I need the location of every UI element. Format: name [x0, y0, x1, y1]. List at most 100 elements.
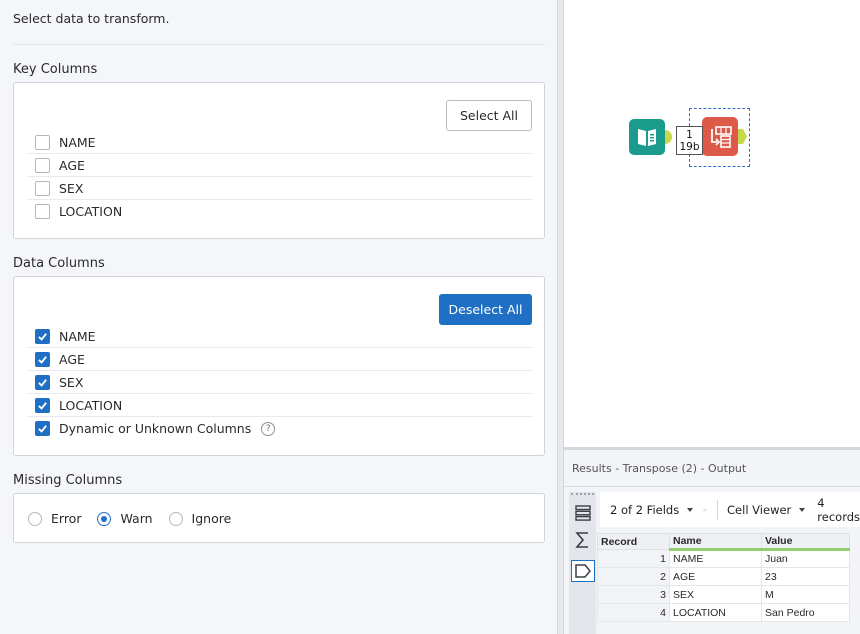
results-toolbar: 2 of 2 Fields Cell Viewer 4 records	[600, 492, 860, 527]
chevron-down-icon	[687, 507, 694, 512]
grip-handle[interactable]	[571, 493, 594, 497]
data-columns-box: Deselect All NAME AGE SEX LOCATION Dynamic o…	[13, 276, 545, 456]
value-cell[interactable]: Juan	[761, 549, 850, 568]
checkmark-icon	[38, 332, 47, 341]
input-data-tool[interactable]	[629, 119, 665, 155]
panel-splitter[interactable]	[557, 0, 564, 634]
deselect-all-button[interactable]: Deselect All	[439, 294, 532, 325]
input-tool-output-anchor[interactable]	[665, 130, 672, 144]
table-view-button[interactable]	[571, 502, 595, 524]
table-row[interactable]: 4 LOCATION San Pedro	[597, 603, 850, 622]
rows-icon	[575, 505, 591, 521]
checkmark-icon	[38, 425, 47, 433]
data-columns-checkbox[interactable]	[35, 351, 50, 367]
missing-columns-option-warn[interactable]: Warn	[97, 511, 153, 526]
data-columns-row[interactable]: SEX	[27, 371, 533, 394]
cell-viewer-dropdown[interactable]: Cell Viewer	[727, 502, 806, 517]
name-cell[interactable]: SEX	[669, 585, 762, 604]
radio-label: Ignore	[191, 511, 232, 526]
key-columns-checkbox[interactable]	[35, 134, 50, 150]
key-columns-row[interactable]: SEX	[27, 177, 533, 200]
key-columns-row[interactable]: AGE	[27, 154, 533, 177]
configuration-panel: Select data to transform. Key Columns Se…	[0, 0, 557, 634]
data-columns-title: Data Columns	[13, 256, 105, 271]
sigma-icon	[575, 532, 588, 548]
record-cell[interactable]: 3	[597, 585, 670, 604]
radio-button[interactable]	[168, 511, 183, 526]
table-row[interactable]: 3 SEX M	[597, 585, 850, 604]
key-columns-list: NAME AGE SEX LOCATION	[27, 131, 533, 223]
data-columns-row[interactable]: AGE	[27, 348, 533, 371]
key-columns-checkbox[interactable]	[35, 157, 50, 173]
key-columns-label: NAME	[59, 134, 96, 150]
radio-label: Error	[51, 511, 82, 526]
fields-label: 2 of 2 Fields	[610, 502, 680, 517]
data-columns-checkbox[interactable]	[35, 397, 50, 413]
key-columns-checkbox[interactable]	[35, 180, 50, 196]
radio-label: Warn	[120, 511, 153, 526]
book-icon	[638, 129, 656, 146]
radio-button[interactable]	[97, 511, 112, 526]
record-cell[interactable]: 1	[597, 549, 670, 568]
radio-button[interactable]	[28, 511, 42, 526]
column-header-record[interactable]: Record	[597, 533, 670, 550]
data-columns-checkbox[interactable]	[35, 328, 50, 344]
checkmark-icon	[38, 378, 47, 387]
key-columns-checkbox[interactable]	[35, 204, 50, 219]
badge-data-size: 19b	[679, 141, 700, 153]
value-cell[interactable]: San Pedro	[761, 603, 850, 622]
badge-record-count: 1	[686, 129, 693, 141]
data-columns-row[interactable]: LOCATION	[27, 394, 533, 417]
value-cell[interactable]: 23	[761, 567, 850, 586]
chevron-down-icon	[799, 507, 806, 512]
select-all-button[interactable]: Select All	[446, 100, 532, 131]
config-intro-text: Select data to transform.	[13, 11, 170, 26]
column-header-value[interactable]: Value	[761, 533, 850, 551]
data-columns-label: LOCATION	[59, 397, 123, 413]
workflow-canvas[interactable]: 1 19b	[564, 0, 860, 447]
results-side-toolbar	[569, 492, 596, 634]
table-row[interactable]: 2 AGE 23	[597, 567, 850, 586]
checkmark-icon[interactable]	[703, 503, 707, 517]
key-columns-label: AGE	[59, 157, 85, 173]
data-columns-label: NAME	[59, 328, 96, 344]
missing-columns-option-ignore[interactable]: Ignore	[168, 511, 232, 526]
missing-columns-radio-group: Error Warn Ignore	[28, 511, 247, 526]
checkmark-icon	[38, 401, 47, 410]
key-columns-row[interactable]: NAME	[27, 131, 533, 154]
record-count-badge: 1 19b	[676, 126, 703, 155]
help-icon[interactable]: ?	[261, 421, 276, 436]
metadata-view-button[interactable]	[571, 560, 595, 582]
data-columns-checkbox[interactable]	[35, 421, 50, 436]
fields-dropdown[interactable]: 2 of 2 Fields	[610, 502, 694, 517]
transpose-tool[interactable]	[702, 117, 738, 156]
divider	[13, 44, 545, 45]
name-cell[interactable]: NAME	[669, 549, 762, 568]
divider	[564, 486, 860, 487]
table-row[interactable]: 1 NAME Juan	[597, 549, 850, 568]
column-header-name[interactable]: Name	[669, 533, 762, 551]
results-table: Record Name Value 1 NAME Juan 2 AGE 23 3 SEX M 4 L…	[597, 533, 850, 622]
tag-icon	[575, 564, 591, 578]
data-columns-label: AGE	[59, 351, 85, 367]
checkmark-icon	[38, 355, 47, 364]
name-cell[interactable]: AGE	[669, 567, 762, 586]
data-columns-list: NAME AGE SEX LOCATION Dynamic or Unknown Col…	[27, 325, 533, 440]
record-cell[interactable]: 2	[597, 567, 670, 586]
data-columns-label: SEX	[59, 374, 84, 390]
key-columns-label: LOCATION	[59, 204, 123, 219]
record-cell[interactable]: 4	[597, 603, 670, 622]
data-columns-row[interactable]: NAME	[27, 325, 533, 348]
name-cell[interactable]: LOCATION	[669, 603, 762, 622]
missing-columns-option-error[interactable]: Error	[28, 511, 81, 526]
missing-columns-box: Error Warn Ignore	[13, 493, 545, 543]
key-columns-row[interactable]: LOCATION	[27, 200, 533, 223]
results-panel: Results - Transpose (2) - Output 2 of 2 …	[564, 447, 860, 634]
value-cell[interactable]: M	[761, 585, 850, 604]
missing-columns-title: Missing Columns	[13, 473, 123, 488]
cell-viewer-label: Cell Viewer	[727, 502, 792, 517]
data-columns-label: Dynamic or Unknown Columns	[59, 421, 252, 436]
data-columns-checkbox[interactable]	[35, 374, 50, 390]
summary-view-button[interactable]	[571, 529, 595, 551]
data-columns-row[interactable]: Dynamic or Unknown Columns?	[27, 417, 533, 440]
